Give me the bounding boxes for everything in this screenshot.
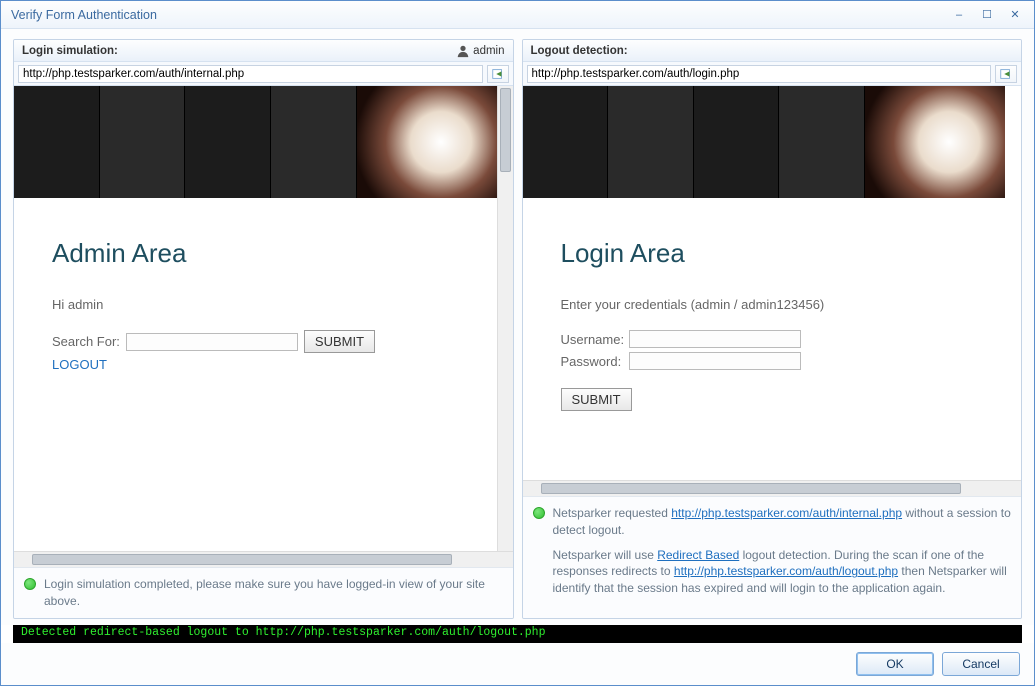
browser-viewport: Login Area Enter your credentials (admin… (523, 86, 1022, 496)
go-button[interactable] (487, 65, 509, 83)
ok-button[interactable]: OK (856, 652, 934, 676)
login-simulation-panel: Login simulation: admin (13, 39, 514, 619)
panel-title: Logout detection: (531, 45, 628, 57)
close-button[interactable]: ✕ (1002, 6, 1028, 24)
vertical-scrollbar[interactable] (497, 86, 513, 551)
button-bar: OK Cancel (1, 643, 1034, 685)
search-label: Search For: (52, 334, 120, 349)
panel-status: Netsparker requested http://php.testspar… (523, 496, 1022, 618)
status-dot-icon (24, 578, 36, 590)
logged-in-user: admin (473, 45, 504, 57)
url-bar (523, 62, 1022, 86)
page-banner (523, 86, 1006, 198)
banner-image (357, 86, 497, 198)
horizontal-scrollbar[interactable] (14, 551, 513, 567)
logout-detection-panel: Logout detection: (522, 39, 1023, 619)
dialog-window: Verify Form Authentication – ☐ ✕ Login s… (0, 0, 1035, 686)
username-label: Username: (561, 332, 623, 347)
logout-link[interactable]: LOGOUT (52, 357, 459, 372)
status-p2a: Netsparker will use (553, 548, 658, 562)
url-input[interactable] (18, 65, 483, 83)
status-text: Netsparker requested http://php.testspar… (553, 505, 1012, 605)
user-icon (456, 44, 470, 58)
page-heading: Admin Area (52, 238, 459, 269)
banner-image (865, 86, 1005, 198)
console-output: Detected redirect-based logout to http:/… (13, 625, 1022, 643)
go-icon (999, 67, 1013, 81)
status-text: Login simulation completed, please make … (44, 576, 503, 610)
page-banner (14, 86, 497, 198)
password-label: Password: (561, 354, 623, 369)
horizontal-scrollbar[interactable] (523, 480, 1022, 496)
titlebar: Verify Form Authentication – ☐ ✕ (1, 1, 1034, 29)
requested-url-link[interactable]: http://php.testsparker.com/auth/internal… (671, 506, 902, 520)
minimize-button[interactable]: – (946, 6, 972, 24)
cancel-button[interactable]: Cancel (942, 652, 1020, 676)
url-bar (14, 62, 513, 86)
logout-url-link[interactable]: http://php.testsparker.com/auth/logout.p… (674, 564, 898, 578)
page-heading: Login Area (561, 238, 968, 269)
search-input[interactable] (126, 333, 298, 351)
panel-title: Login simulation: (22, 45, 118, 57)
redirect-based-link[interactable]: Redirect Based (657, 548, 739, 562)
workarea: Login simulation: admin (1, 29, 1034, 625)
go-button[interactable] (995, 65, 1017, 83)
url-input[interactable] (527, 65, 992, 83)
rendered-page: Login Area Enter your credentials (admin… (523, 86, 1006, 480)
submit-button[interactable]: SUBMIT (304, 330, 375, 353)
maximize-button[interactable]: ☐ (974, 6, 1000, 24)
status-dot-icon (533, 507, 545, 519)
hint-text: Enter your credentials (admin / admin123… (561, 297, 968, 312)
panel-header: Logout detection: (523, 40, 1022, 62)
password-input[interactable] (629, 352, 801, 370)
rendered-page: Admin Area Hi admin Search For: SUBMIT L… (14, 86, 497, 551)
panel-status: Login simulation completed, please make … (14, 567, 513, 618)
go-icon (491, 67, 505, 81)
window-title: Verify Form Authentication (11, 8, 944, 22)
status-p1a: Netsparker requested (553, 506, 672, 520)
browser-viewport: Admin Area Hi admin Search For: SUBMIT L… (14, 86, 513, 567)
username-input[interactable] (629, 330, 801, 348)
greeting-text: Hi admin (52, 297, 459, 312)
panel-header: Login simulation: admin (14, 40, 513, 62)
submit-button[interactable]: SUBMIT (561, 388, 632, 411)
